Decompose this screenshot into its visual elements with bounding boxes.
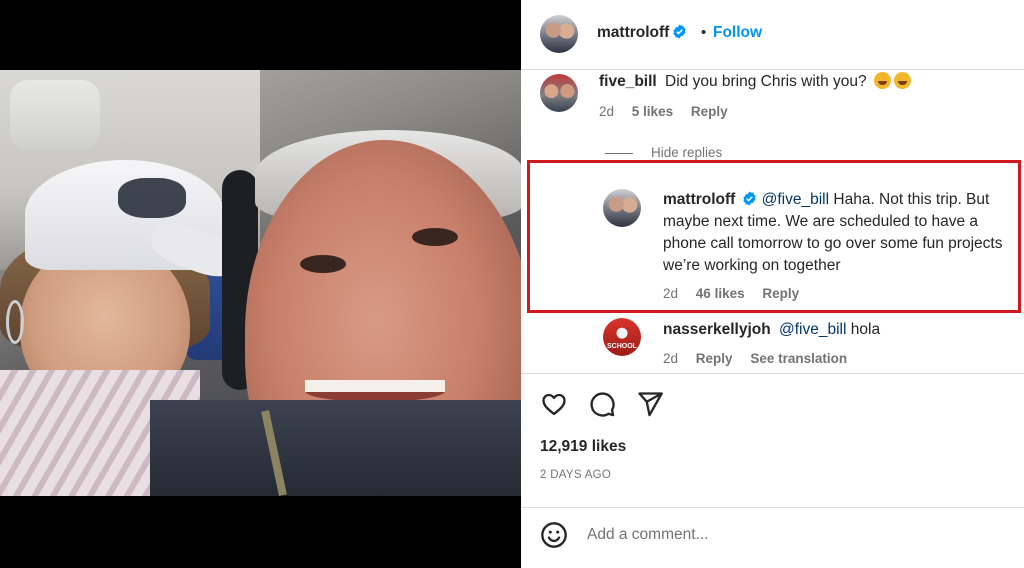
reply2-reply-button[interactable]: Reply [696, 351, 733, 366]
post-media-panel [0, 0, 521, 568]
post-header: mattroloff • Follow [521, 0, 1024, 70]
reply2-avatar-text: SCHOOL [607, 343, 637, 350]
add-comment-bar [521, 508, 1024, 568]
comment-likes[interactable]: 5 likes [632, 104, 673, 119]
hide-replies-line [605, 153, 633, 154]
comment-body: five_bill Did you bring Chris with you? [599, 71, 911, 93]
photo-man-left-eye [300, 255, 346, 273]
header-divider [521, 69, 1024, 70]
author-avatar[interactable] [540, 15, 578, 53]
header-separator: • [701, 24, 707, 41]
reply-likes[interactable]: 46 likes [696, 286, 745, 301]
add-comment-input[interactable] [587, 523, 987, 547]
comment-reply-button[interactable]: Reply [691, 104, 728, 119]
photo-jacket [150, 400, 521, 496]
reply2-author-avatar[interactable]: SCHOOL [603, 318, 641, 356]
rolling-laughing-emoji-icon [873, 72, 891, 89]
post-photo[interactable] [0, 70, 521, 496]
hide-replies-button[interactable]: Hide replies [651, 145, 722, 160]
reply-time[interactable]: 2d [663, 286, 678, 301]
heart-icon[interactable] [540, 390, 568, 418]
reply2-username[interactable]: nasserkellyjoh [663, 321, 771, 338]
verified-badge-icon [672, 24, 687, 39]
reply-meta: 2d 46 likes Reply [663, 286, 813, 301]
comment-meta: 2d 5 likes Reply [599, 104, 742, 119]
photo-cap-logo [118, 178, 186, 218]
photo-man-right-eye [412, 228, 458, 246]
see-translation-button[interactable]: See translation [750, 351, 847, 366]
likes-count[interactable]: 12,919 likes [540, 438, 626, 456]
comment-time[interactable]: 2d [599, 104, 614, 119]
verified-badge-icon [742, 191, 757, 206]
photo-man-smile [305, 380, 445, 402]
reply2-time[interactable]: 2d [663, 351, 678, 366]
smiley-icon[interactable] [540, 521, 568, 549]
author-username-group: mattroloff [597, 24, 687, 42]
comment-bubble-icon[interactable] [588, 390, 616, 418]
reply2-mention[interactable]: @five_bill [779, 321, 846, 338]
smiling-face-emoji-icon [893, 72, 911, 89]
post-date[interactable]: 2 DAYS AGO [540, 469, 611, 481]
commenter-username[interactable]: five_bill [599, 73, 657, 90]
reply-mention[interactable]: @five_bill [762, 191, 829, 208]
reply-username[interactable]: mattroloff [663, 191, 735, 208]
reply2-meta: 2d Reply See translation [663, 351, 861, 366]
comment-text: Did you bring Chris with you? [665, 73, 867, 90]
follow-button[interactable]: Follow [713, 24, 762, 42]
paper-plane-icon[interactable] [636, 390, 664, 418]
reply2-body: nasserkellyjoh @five_bill hola [663, 319, 880, 341]
actions-divider [521, 373, 1024, 374]
reply2-text: hola [850, 321, 881, 338]
reply-body: mattroloff @five_bill Haha. Not this tri… [663, 189, 1013, 277]
reply-author-avatar[interactable] [603, 189, 641, 227]
author-username[interactable]: mattroloff [597, 24, 669, 41]
photo-airplane-window [10, 80, 100, 150]
comments-panel: mattroloff • Follow five_bill Did you br… [521, 0, 1024, 568]
reply-reply-button[interactable]: Reply [762, 286, 799, 301]
commenter-avatar[interactable] [540, 74, 578, 112]
photo-earring [6, 300, 24, 344]
